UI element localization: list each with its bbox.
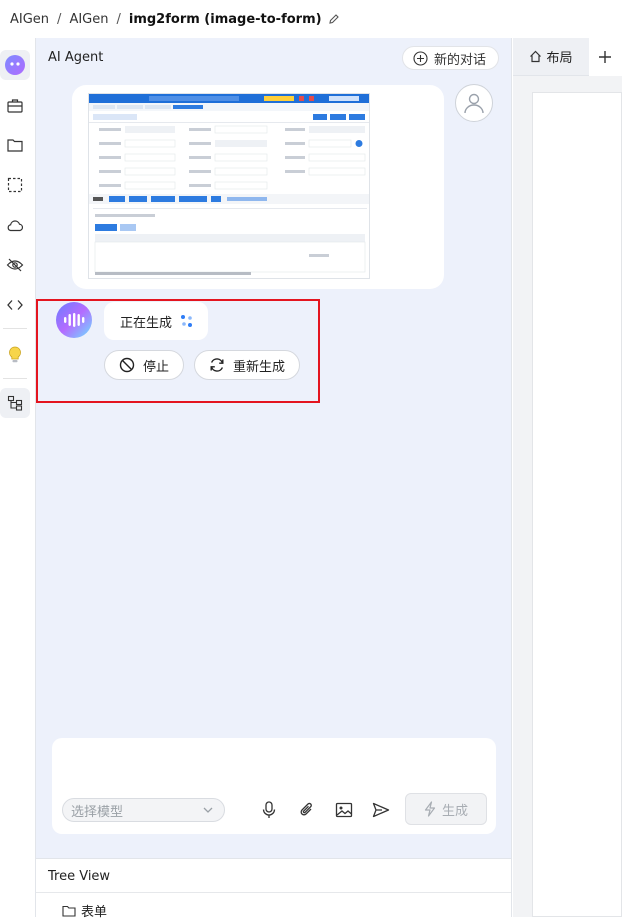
toolbar-divider: [3, 328, 27, 329]
tab-layout-label: 布局: [546, 51, 573, 66]
tree-view-title: Tree View: [48, 869, 111, 884]
tree-item-label: 表单: [81, 905, 108, 920]
tree-item-form[interactable]: 表单: [62, 901, 107, 920]
layout-canvas[interactable]: [532, 92, 622, 917]
send-icon[interactable]: [369, 798, 393, 822]
toolbar-divider: [3, 378, 27, 379]
attachment-icon[interactable]: [295, 798, 319, 822]
ai-assistant-icon[interactable]: [0, 50, 30, 80]
folder-icon[interactable]: [0, 130, 30, 160]
model-select[interactable]: 选择模型: [62, 798, 225, 822]
left-toolbar: [0, 38, 30, 917]
user-icon: [464, 93, 484, 114]
ai-agent-panel: AI Agent 新的对话 正在生成 停止 重新生成 选择模型 生成 Tree …: [35, 38, 512, 920]
new-chat-label: 新的对话: [433, 52, 486, 68]
regenerate-button[interactable]: 重新生成: [194, 350, 301, 380]
lightning-icon: [424, 801, 436, 817]
stop-label: 停止: [143, 359, 170, 375]
new-chat-button[interactable]: 新的对话: [401, 46, 499, 70]
uploaded-form-screenshot[interactable]: [88, 93, 370, 279]
breadcrumb: AIGen / AIGen / img2form (image-to-form): [0, 0, 622, 38]
generate-button[interactable]: 生成: [405, 793, 487, 825]
refresh-icon: [210, 358, 224, 372]
voice-wave-icon: [64, 313, 85, 327]
image-upload-icon[interactable]: [332, 798, 356, 822]
plus-circle-icon: [413, 50, 428, 66]
briefcase-icon[interactable]: [0, 90, 30, 120]
tree-structure-icon[interactable]: [0, 388, 30, 418]
cloud-icon[interactable]: [0, 210, 30, 240]
breadcrumb-item[interactable]: AIGen: [69, 12, 108, 27]
home-icon: [530, 50, 542, 63]
user-avatar: [455, 84, 493, 122]
select-area-icon[interactable]: [0, 170, 30, 200]
lightbulb-icon[interactable]: [0, 340, 30, 370]
breadcrumb-item[interactable]: AIGen: [10, 12, 49, 27]
breadcrumb-current: img2form (image-to-form): [128, 11, 322, 27]
layout-canvas-area: [513, 76, 622, 917]
chevron-down-icon: [202, 804, 214, 820]
generating-status-text: 正在生成: [120, 315, 173, 331]
loading-dots-icon: [180, 314, 194, 328]
edit-icon[interactable]: [328, 13, 340, 25]
regenerate-label: 重新生成: [233, 359, 286, 375]
add-tab-button[interactable]: [593, 45, 617, 69]
generate-label: 生成: [441, 803, 468, 819]
agent-title: AI Agent: [48, 49, 104, 65]
eye-off-icon[interactable]: [0, 250, 30, 280]
breadcrumb-separator: /: [57, 11, 62, 27]
microphone-icon[interactable]: [257, 798, 281, 822]
code-icon[interactable]: [0, 290, 30, 320]
generating-status-bubble: 正在生成: [104, 302, 208, 340]
plus-icon: [599, 51, 611, 63]
breadcrumb-separator: /: [116, 11, 121, 27]
chat-input-area[interactable]: 选择模型 生成: [52, 738, 496, 834]
tab-layout[interactable]: 布局: [513, 38, 589, 76]
stop-button[interactable]: 停止: [104, 350, 185, 380]
stop-icon: [119, 357, 135, 373]
tree-divider: [36, 892, 511, 893]
bot-avatar: [56, 302, 92, 338]
folder-icon: [62, 905, 76, 917]
model-select-placeholder: 选择模型: [71, 804, 124, 820]
layout-panel: 布局: [513, 38, 622, 917]
tree-view-panel: Tree View 表单: [36, 858, 511, 920]
agent-header: AI Agent 新的对话: [36, 38, 511, 76]
